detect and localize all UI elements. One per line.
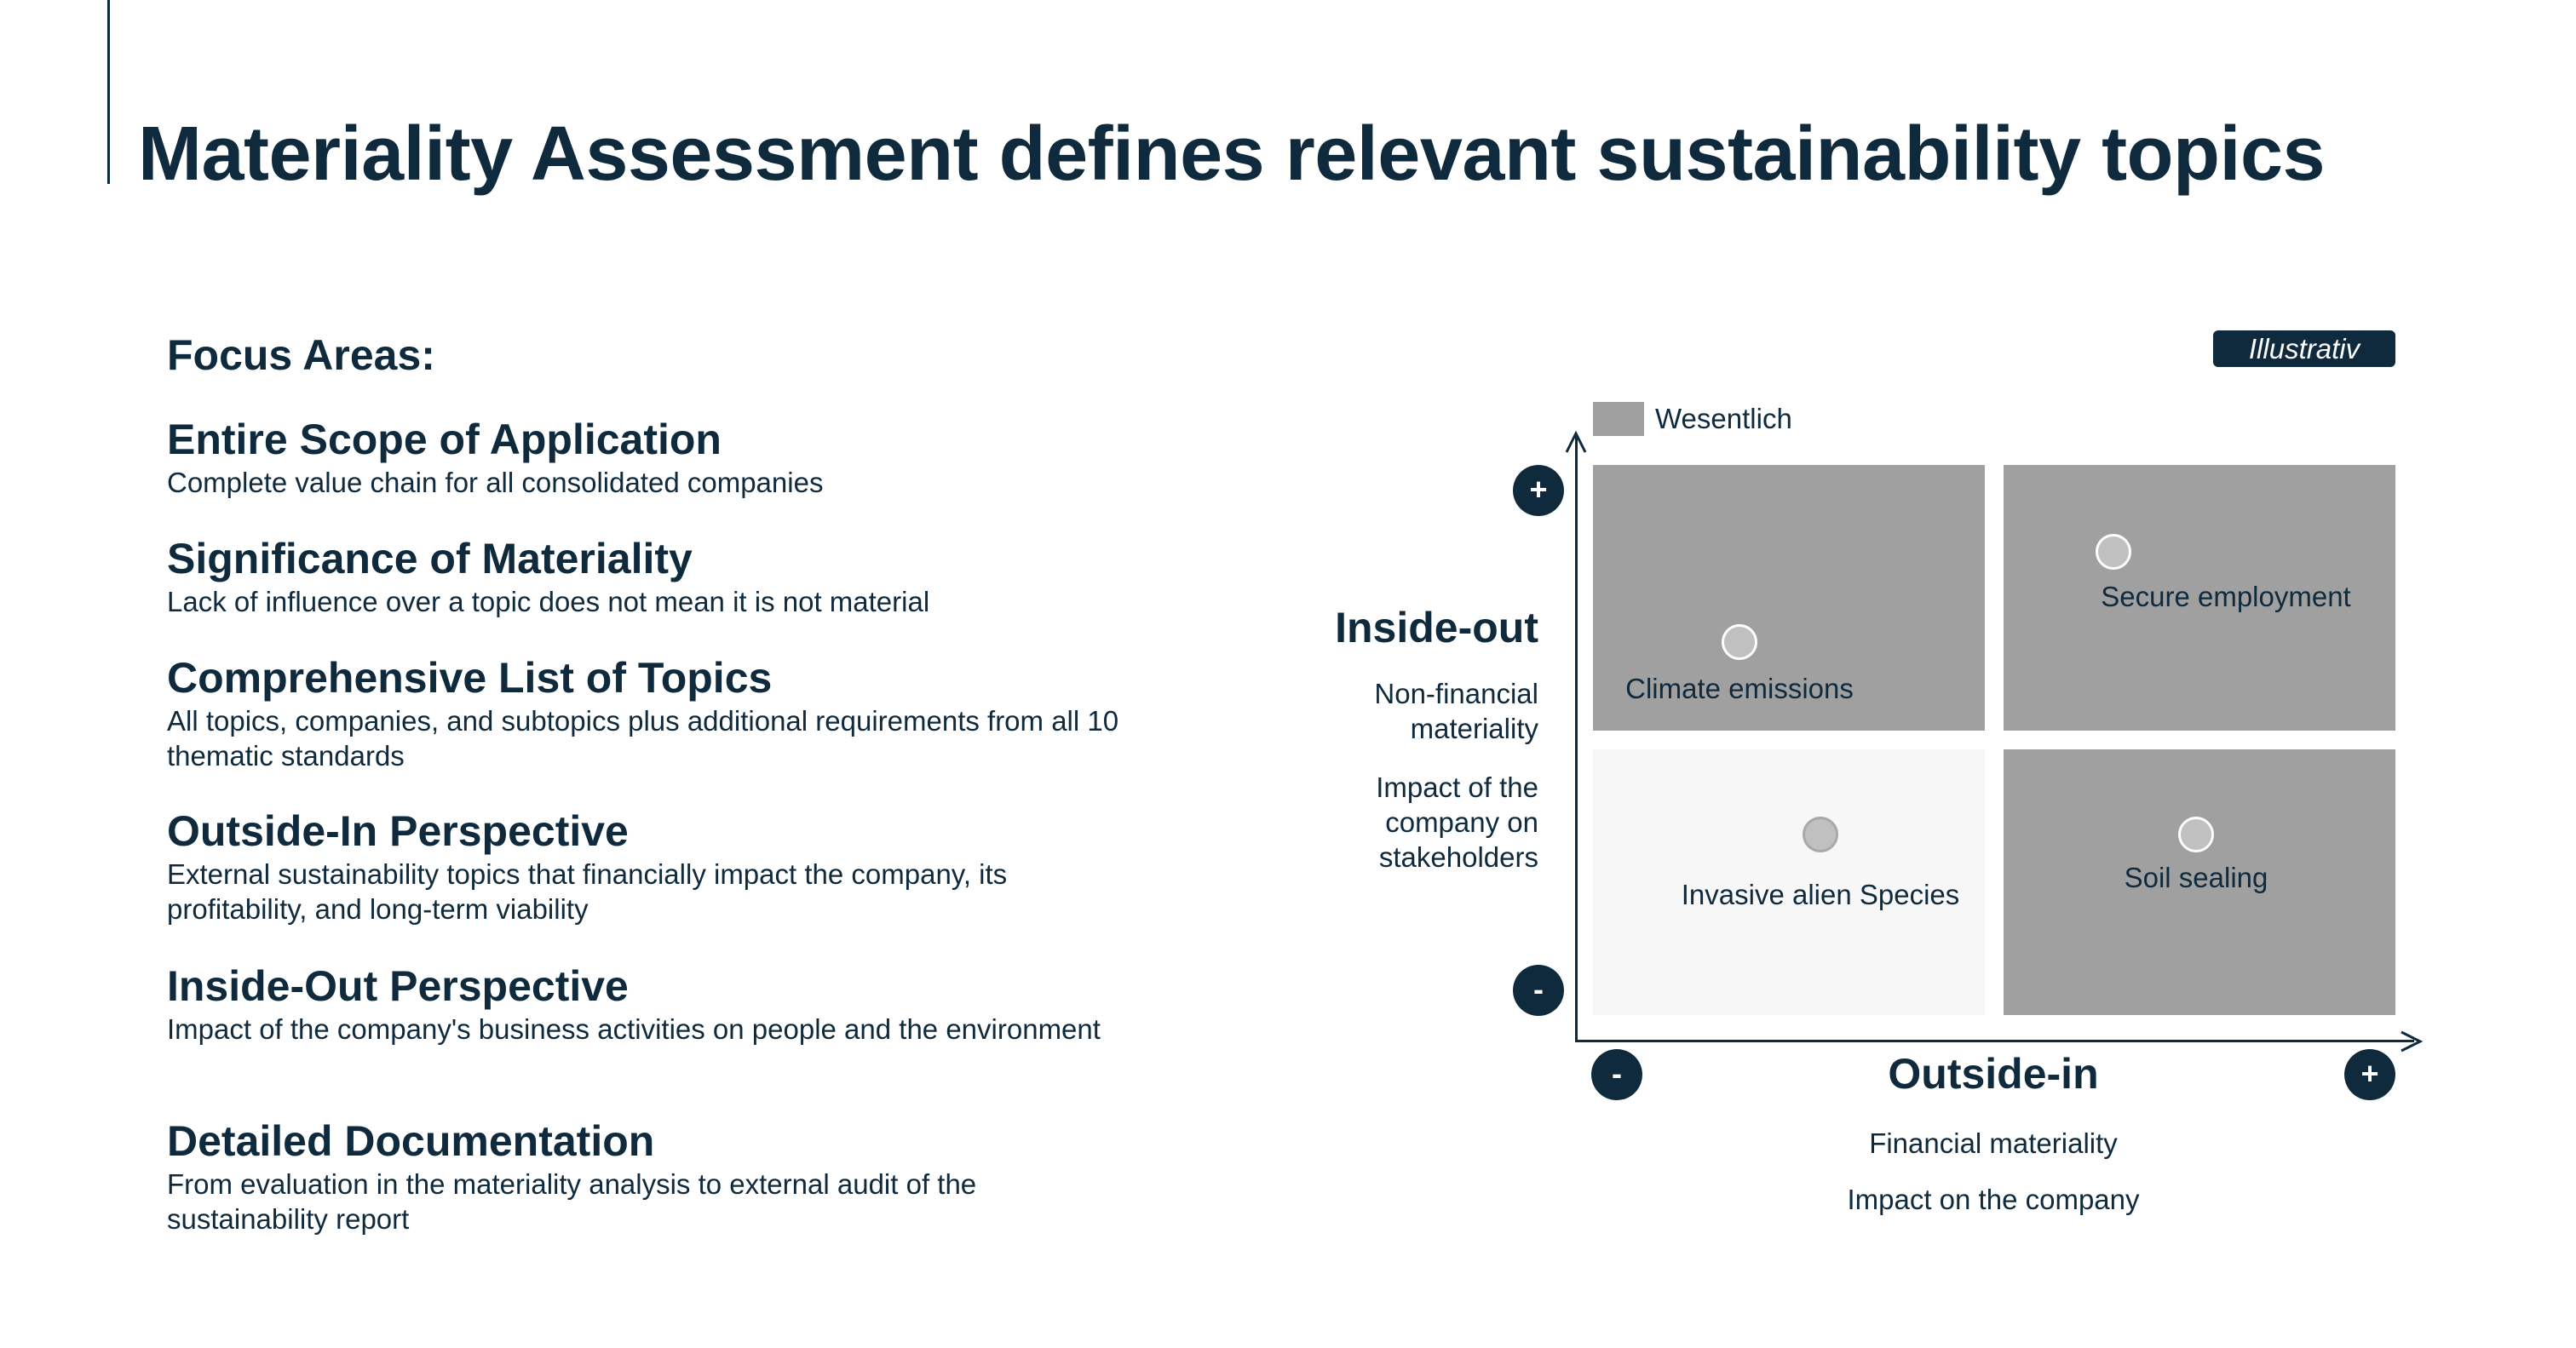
topic-label: Invasive alien Species bbox=[1681, 879, 1960, 910]
focus-item-heading: Outside-In Perspective bbox=[167, 807, 629, 855]
focus-item-text: Impact of the company's business activit… bbox=[167, 1013, 1101, 1045]
focus-item-text: Lack of influence over a topic does not … bbox=[167, 586, 930, 617]
focus-areas-heading: Focus Areas: bbox=[167, 331, 435, 379]
page-title: Materiality Assessment defines relevant … bbox=[138, 112, 2326, 197]
x-axis-arrow-icon bbox=[2401, 1030, 2424, 1053]
y-axis bbox=[1575, 436, 1578, 1042]
x-plus-icon: + bbox=[2344, 1049, 2395, 1100]
focus-item: Significance of Materiality Lack of infl… bbox=[167, 535, 1138, 619]
focus-item: Outside-In Perspective External sustaina… bbox=[167, 807, 1138, 926]
focus-item-heading: Entire Scope of Application bbox=[167, 416, 722, 463]
y-axis-title: Inside-out bbox=[1335, 604, 1538, 651]
y-minus-icon: - bbox=[1513, 965, 1564, 1016]
focus-item-heading: Inside-Out Perspective bbox=[167, 962, 629, 1010]
y-plus-icon: + bbox=[1513, 465, 1564, 516]
focus-item-heading: Detailed Documentation bbox=[167, 1117, 655, 1165]
x-axis-title: Outside-in bbox=[1888, 1050, 2099, 1098]
focus-item-text: All topics, companies, and subtopics plu… bbox=[167, 705, 1119, 772]
focus-item-text: Complete value chain for all consolidate… bbox=[167, 467, 824, 498]
y-axis-description: Impact of the company on stakeholders bbox=[1376, 772, 1538, 873]
x-axis-description: Impact on the company bbox=[1847, 1184, 2140, 1215]
topic-marker[interactable] bbox=[1803, 817, 1838, 852]
x-axis bbox=[1575, 1040, 2414, 1042]
topic-label: Secure employment bbox=[2101, 581, 2351, 612]
topic-marker[interactable] bbox=[2178, 817, 2214, 852]
topic-label: Climate emissions bbox=[1625, 673, 1854, 704]
topic-marker[interactable] bbox=[2096, 534, 2131, 570]
focus-item: Entire Scope of Application Complete val… bbox=[167, 416, 1138, 500]
focus-item: Comprehensive List of Topics All topics,… bbox=[167, 654, 1138, 773]
legend-label: Wesentlich bbox=[1655, 403, 1792, 434]
focus-item: Inside-Out Perspective Impact of the com… bbox=[167, 962, 1138, 1047]
y-axis-arrow-icon bbox=[1565, 430, 1587, 453]
x-minus-icon: - bbox=[1591, 1049, 1642, 1100]
accent-line bbox=[107, 0, 110, 184]
focus-item-heading: Significance of Materiality bbox=[167, 535, 693, 582]
focus-item: Detailed Documentation From evaluation i… bbox=[167, 1117, 1138, 1236]
focus-item-text: From evaluation in the materiality analy… bbox=[167, 1168, 977, 1235]
legend-swatch bbox=[1593, 402, 1644, 436]
x-axis-subtitle: Financial materiality bbox=[1869, 1127, 2118, 1159]
focus-item-text: External sustainability topics that fina… bbox=[167, 858, 1008, 925]
topic-label: Soil sealing bbox=[2124, 862, 2268, 893]
focus-item-heading: Comprehensive List of Topics bbox=[167, 654, 773, 702]
y-axis-subtitle: Non-financial materiality bbox=[1374, 678, 1538, 744]
illustrative-badge: Illustrativ bbox=[2213, 330, 2395, 367]
topic-marker[interactable] bbox=[1722, 624, 1757, 660]
